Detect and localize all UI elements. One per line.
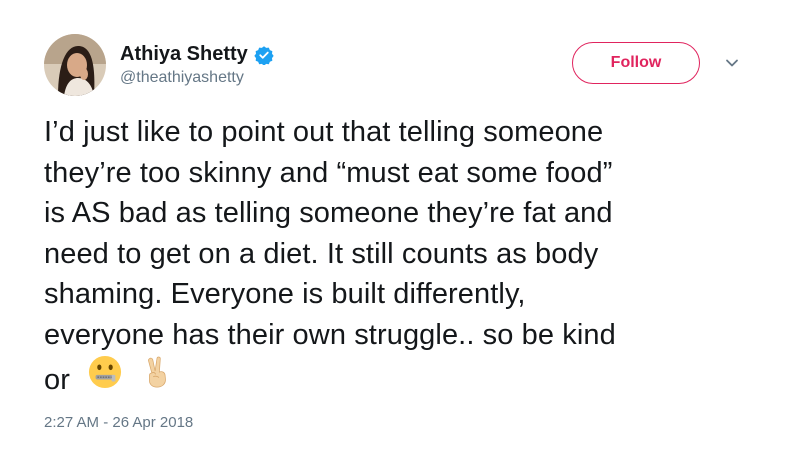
follow-button[interactable]: Follow: [572, 42, 700, 84]
name-row: Athiya Shetty: [120, 43, 274, 66]
user-info: Athiya Shetty @theathiyashetty: [120, 43, 274, 87]
victory-hand-icon: [148, 356, 167, 388]
tweet-text-line: everyone has their own struggle.. so be …: [44, 318, 616, 351]
avatar[interactable]: [44, 34, 106, 96]
tweet-text-line: or: [44, 364, 70, 396]
user-handle[interactable]: @theathiyashetty: [120, 69, 274, 87]
avatar-image: [44, 34, 106, 96]
tweet-text-line: shaming. Everyone is built differently,: [44, 278, 526, 310]
chevron-down-icon[interactable]: [724, 56, 740, 70]
display-name[interactable]: Athiya Shetty: [120, 43, 248, 66]
tweet-text-line: they’re too skinny and “must eat some fo…: [44, 156, 613, 189]
tweet-text-line: need to get on a diet. It still counts a…: [44, 237, 599, 270]
verified-badge-icon: [254, 45, 274, 65]
tweet-text-line-last: or: [44, 355, 744, 401]
tweet-text-line: is AS bad as telling someone they’re fat…: [44, 197, 613, 229]
zipper-mouth-face-icon: [89, 355, 122, 389]
tweet-text: I’d just like to point out that telling …: [44, 112, 744, 401]
tweet-timestamp[interactable]: 2:27 AM - 26 Apr 2018: [44, 414, 193, 431]
tweet-card: Athiya Shetty @theathiyashetty Follow I’…: [0, 0, 789, 450]
tweet-text-line: I’d just like to point out that telling …: [44, 116, 604, 148]
tweet-header: Athiya Shetty @theathiyashetty: [44, 34, 274, 96]
